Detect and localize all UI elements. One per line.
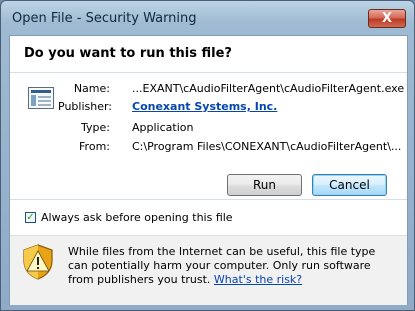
publisher-link[interactable]: Conexant Systems, Inc.	[132, 100, 277, 113]
run-button[interactable]: Run	[227, 174, 302, 196]
close-button[interactable]: X	[368, 9, 406, 28]
always-ask-label[interactable]: Always ask before opening this file	[41, 211, 233, 224]
security-shield-warning-icon	[23, 244, 53, 280]
type-row: Type: Application	[10, 121, 407, 135]
publisher-label: Publisher:	[58, 100, 113, 113]
checkmark-icon: ✓	[26, 211, 35, 223]
dialog-heading: Do you want to run this file?	[24, 46, 232, 61]
close-icon: X	[381, 11, 393, 26]
from-label: From:	[79, 140, 110, 153]
dialog-content: Do you want to run this file? Name: ...E…	[9, 35, 408, 305]
type-label: Type:	[81, 121, 110, 134]
divider	[10, 72, 407, 73]
always-ask-checkbox[interactable]: ✓	[25, 212, 36, 223]
warning-panel: While files from the Internet can be use…	[10, 235, 407, 305]
title-bar[interactable]: Open File - Security Warning X	[1, 1, 414, 35]
divider	[10, 199, 407, 200]
from-value: C:\Program Files\CONEXANT\cAudioFilterAg…	[132, 140, 402, 153]
type-value: Application	[132, 121, 194, 134]
publisher-row: Publisher: Conexant Systems, Inc.	[10, 100, 407, 114]
name-label: Name:	[73, 82, 110, 95]
name-value: ...EXANT\cAudioFilterAgent\cAudioFilterA…	[132, 82, 405, 95]
from-row: From: C:\Program Files\CONEXANT\cAudioFi…	[10, 140, 407, 154]
whats-the-risk-link[interactable]: What's the risk?	[214, 273, 302, 286]
cancel-button[interactable]: Cancel	[312, 174, 387, 196]
window-title: Open File - Security Warning	[12, 11, 197, 26]
warning-text: While files from the Internet can be use…	[68, 245, 398, 287]
name-row: Name: ...EXANT\cAudioFilterAgent\cAudioF…	[10, 82, 407, 96]
security-warning-window: Open File - Security Warning X Do you wa…	[0, 0, 415, 311]
